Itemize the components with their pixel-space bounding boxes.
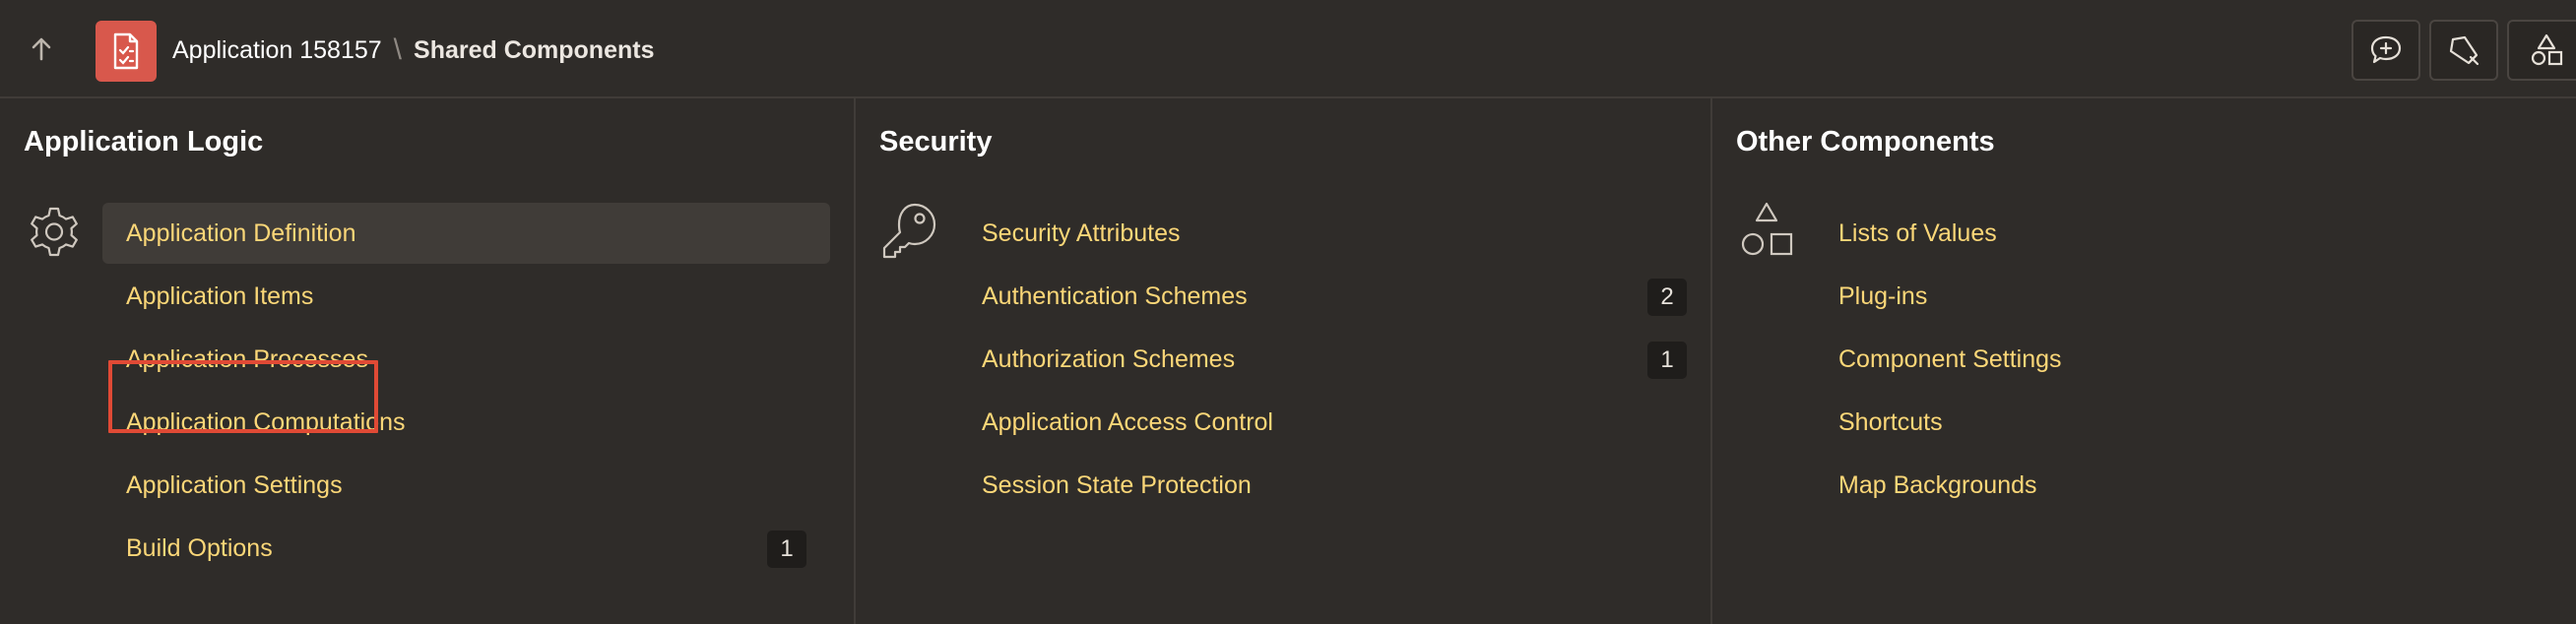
link-shortcuts[interactable]: Shortcuts — [1815, 392, 2552, 453]
link-label: Map Backgrounds — [1838, 470, 2037, 499]
link-security-attributes[interactable]: Security Attributes — [958, 203, 1687, 264]
arrow-up-icon[interactable] — [22, 30, 61, 69]
feedback-icon — [2370, 35, 2402, 64]
link-application-items[interactable]: Application Items — [102, 266, 830, 327]
link-label: Shortcuts — [1838, 407, 1943, 436]
panel-title: Application Logic — [24, 126, 264, 157]
link-label: Session State Protection — [982, 470, 1252, 499]
link-application-computations[interactable]: Application Computations — [102, 392, 830, 453]
document-check-icon — [113, 32, 139, 70]
panel-title: Other Components — [1736, 126, 1995, 157]
link-label: Application Items — [126, 281, 314, 310]
link-application-definition[interactable]: Application Definition — [102, 203, 830, 264]
link-component-settings[interactable]: Component Settings — [1815, 329, 2552, 390]
breadcrumb: Application 158157 \ Shared Components — [172, 30, 655, 71]
developer-tools-button[interactable] — [2429, 20, 2498, 81]
shapes-icon — [1736, 201, 1797, 262]
link-build-options[interactable]: Build Options 1 — [102, 518, 830, 579]
link-label: Application Computations — [126, 407, 406, 436]
link-label: Application Access Control — [982, 407, 1273, 436]
breadcrumb-separator: \ — [393, 33, 403, 66]
panel-security: Security Security Attributes Authenticat… — [854, 98, 1710, 624]
developer-icon — [2449, 35, 2479, 66]
link-label: Application Settings — [126, 470, 343, 499]
gear-icon — [24, 201, 85, 262]
key-icon — [879, 201, 940, 262]
count-badge: 2 — [1647, 279, 1687, 316]
link-session-state-protection[interactable]: Session State Protection — [958, 455, 1687, 516]
link-plug-ins[interactable]: Plug-ins — [1815, 266, 2552, 327]
count-badge: 1 — [1647, 342, 1687, 379]
other-components-list: Lists of Values Plug-ins Component Setti… — [1815, 203, 2552, 518]
panel-application-logic: Application Logic Application Definition… — [0, 98, 854, 624]
link-authorization-schemes[interactable]: Authorization Schemes 1 — [958, 329, 1687, 390]
link-label: Authorization Schemes — [982, 344, 1236, 373]
link-application-settings[interactable]: Application Settings — [102, 455, 830, 516]
link-label: Component Settings — [1838, 344, 2062, 373]
header-bar: Application 158157 \ Shared Components — [0, 0, 2576, 98]
panel-other-components: Other Components Lists of Values Plug-in… — [1710, 98, 2576, 624]
app-icon[interactable] — [96, 21, 157, 82]
feedback-button[interactable] — [2351, 20, 2420, 81]
application-logic-list: Application Definition Application Items… — [102, 203, 830, 581]
panel-title: Security — [879, 126, 993, 157]
shared-components-button[interactable] — [2507, 20, 2576, 81]
link-label: Lists of Values — [1838, 218, 1997, 247]
link-label: Security Attributes — [982, 218, 1181, 247]
breadcrumb-app-link[interactable]: Application 158157 — [172, 36, 382, 65]
security-list: Security Attributes Authentication Schem… — [958, 203, 1687, 518]
link-map-backgrounds[interactable]: Map Backgrounds — [1815, 455, 2552, 516]
link-application-processes[interactable]: Application Processes — [102, 329, 830, 390]
count-badge: 1 — [767, 530, 806, 568]
link-label: Build Options — [126, 533, 273, 562]
link-label: Authentication Schemes — [982, 281, 1248, 310]
link-label: Application Definition — [126, 218, 356, 247]
link-lists-of-values[interactable]: Lists of Values — [1815, 203, 2552, 264]
link-label: Plug-ins — [1838, 281, 1928, 310]
page-title: Shared Components — [414, 35, 655, 64]
shapes-icon — [2531, 33, 2563, 66]
link-authentication-schemes[interactable]: Authentication Schemes 2 — [958, 266, 1687, 327]
arrow-up-icon-glyph — [32, 37, 51, 61]
link-label: Application Processes — [126, 344, 368, 373]
link-application-access-control[interactable]: Application Access Control — [958, 392, 1687, 453]
